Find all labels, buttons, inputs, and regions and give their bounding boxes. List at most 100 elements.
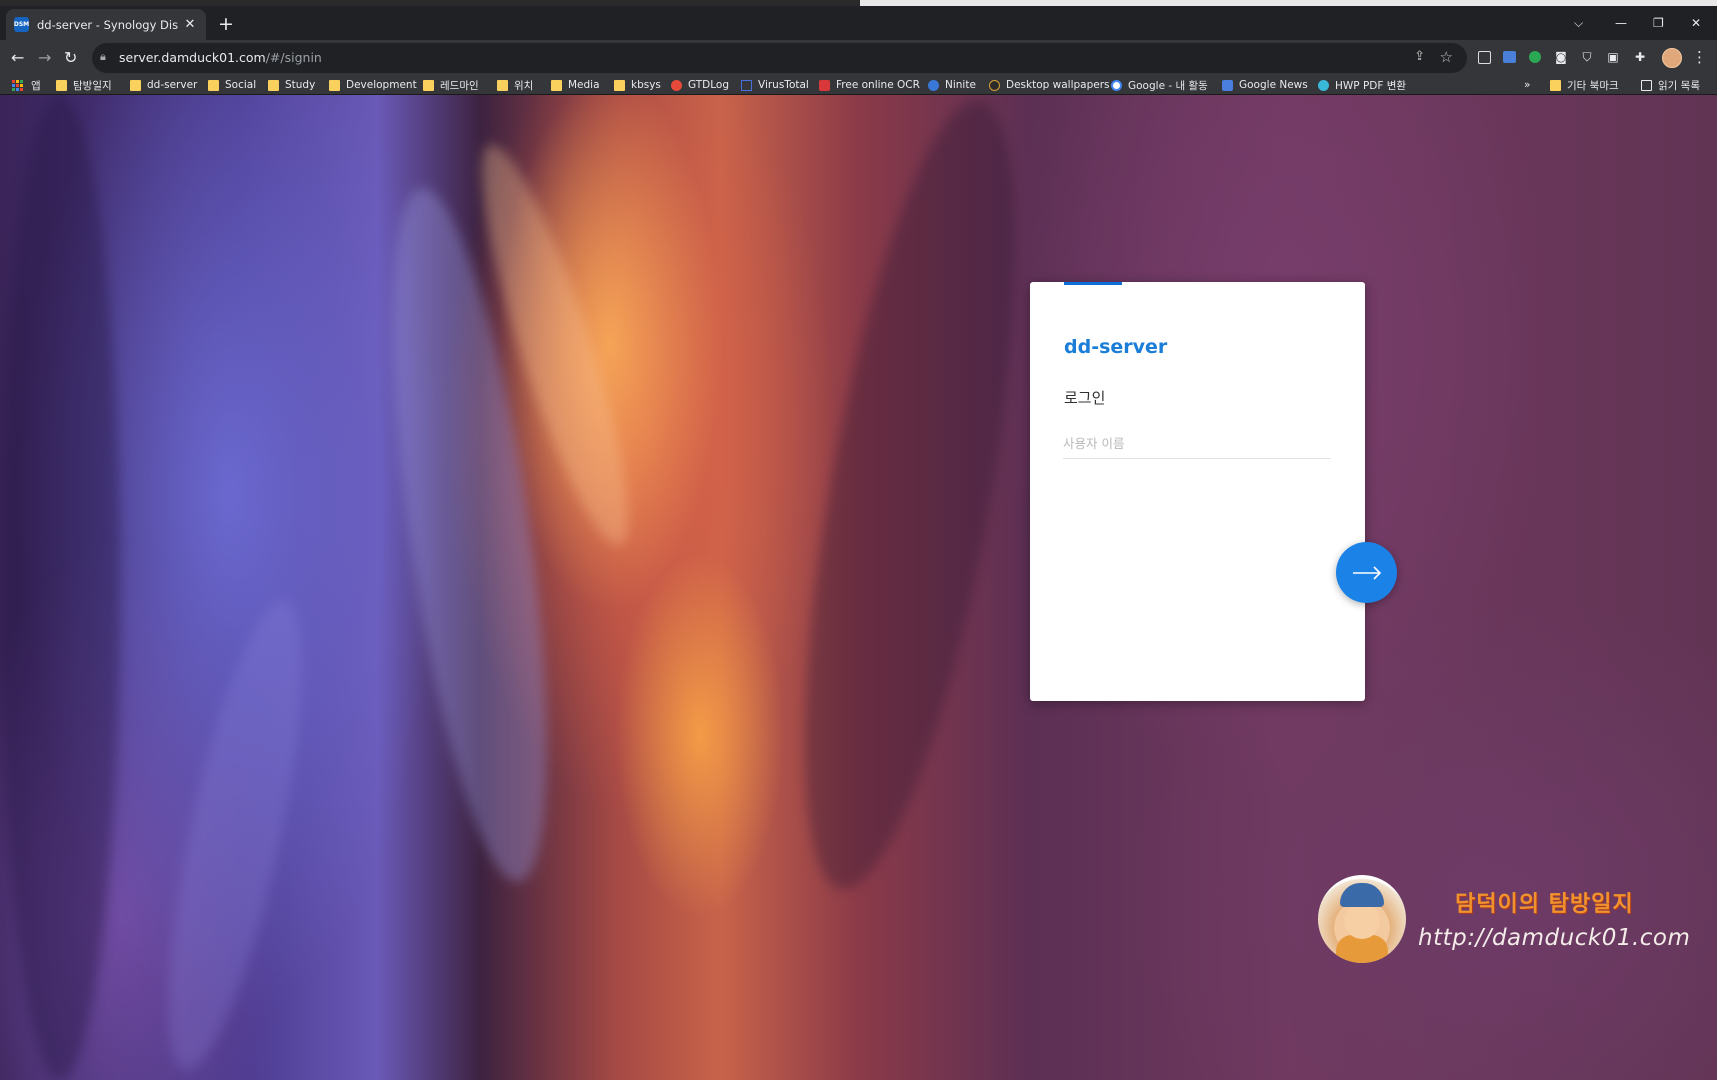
bookmark-label: Development: [346, 79, 417, 91]
bookmark-development[interactable]: Development: [329, 77, 417, 93]
folder-icon: [268, 79, 279, 91]
bookmark-label: 레드마인: [440, 79, 479, 92]
bookmark-label: dd-server: [147, 79, 198, 91]
watermark-avatar: [1318, 875, 1406, 963]
reading-list-icon: [1641, 79, 1652, 91]
bookmark-label: VirusTotal: [758, 79, 809, 91]
bookmark-ninite[interactable]: Ninite: [928, 77, 976, 93]
extensions-puzzle-icon[interactable]: ✚: [1631, 48, 1649, 66]
minimize-button[interactable]: —: [1615, 16, 1627, 30]
share-icon[interactable]: ⇪: [1414, 49, 1425, 64]
bookmark-location[interactable]: 위치: [497, 77, 533, 93]
folder-icon: [1550, 79, 1561, 91]
tab-active[interactable]: DSM dd-server - Synology DiskStatio ✕: [6, 9, 206, 40]
bookmark-apps[interactable]: 앱: [12, 77, 41, 93]
folder-icon: [551, 79, 562, 91]
url-text[interactable]: server.damduck01.com/#/signin: [119, 50, 322, 65]
address-bar[interactable]: 🔒︎ server.damduck01.com/#/signin ⇪ ☆: [92, 43, 1467, 73]
bookmark-google-news[interactable]: Google News: [1222, 77, 1308, 93]
folder-icon: [130, 79, 141, 91]
bookmark-star-icon[interactable]: ☆: [1440, 48, 1453, 66]
bookmark-hwp-pdf[interactable]: HWP PDF 변환: [1318, 77, 1406, 93]
bookmark-label: Google - 내 활동: [1128, 79, 1208, 92]
bookmark-label: Desktop wallpapers: [1006, 79, 1110, 91]
tab-search-icon[interactable]: ⌵: [1574, 16, 1583, 31]
canyon-shadow: [0, 95, 120, 1080]
bookmark-media[interactable]: Media: [551, 77, 600, 93]
restore-button[interactable]: ❐: [1653, 16, 1664, 30]
tab-close-icon[interactable]: ✕: [182, 17, 198, 32]
login-heading: 로그인: [1064, 389, 1106, 407]
new-tab-button[interactable]: +: [218, 14, 234, 34]
bookmark-label: Media: [568, 79, 600, 91]
virustotal-icon: [741, 79, 752, 91]
bookmark-tambang[interactable]: 탐방일지: [56, 77, 112, 93]
lock-icon: 🔒︎: [100, 50, 106, 63]
reading-list[interactable]: 읽기 목록: [1641, 77, 1700, 93]
folder-icon: [423, 79, 434, 91]
login-card: dd-server 로그인: [1030, 282, 1365, 701]
avatar-cap: [1340, 883, 1384, 907]
bookmark-label: HWP PDF 변환: [1335, 79, 1407, 92]
bookmark-label: kbsys: [631, 79, 661, 91]
ocr-icon: [819, 79, 830, 91]
avatar-face: [1344, 903, 1380, 939]
close-window-button[interactable]: ✕: [1691, 16, 1701, 30]
shield-icon[interactable]: ⛉: [1578, 48, 1596, 66]
bookmark-label: 위치: [514, 79, 534, 92]
bookmarks-bar: 앱 탐방일지 dd-server Social Study Developmen…: [0, 76, 1717, 95]
bookmark-label: Free online OCR: [836, 79, 920, 91]
bookmark-label: Social: [225, 79, 257, 91]
next-button[interactable]: [1336, 542, 1397, 603]
bookmark-label: Google News: [1239, 79, 1308, 91]
bookmark-label: 읽기 목록: [1658, 79, 1700, 92]
bookmark-wallpapers[interactable]: Desktop wallpapers: [989, 77, 1110, 93]
extension-n-icon[interactable]: [1475, 48, 1493, 66]
wallpapers-icon: [989, 79, 1000, 91]
bookmark-google-activity[interactable]: Google - 내 활동: [1111, 77, 1208, 93]
avatar-body: [1336, 935, 1388, 963]
bookmark-social[interactable]: Social: [208, 77, 256, 93]
bookmark-label: 기타 북마크: [1567, 79, 1619, 92]
watermark-name: 담덕이의 탐방일지: [1455, 891, 1634, 917]
bookmark-label: 앱: [31, 79, 41, 92]
bookmark-dd-server[interactable]: dd-server: [130, 77, 197, 93]
dsm-favicon-icon: DSM: [14, 17, 29, 32]
translate-icon[interactable]: [1500, 48, 1518, 66]
folder-icon: [614, 79, 625, 91]
apps-grid-icon: [12, 79, 23, 91]
bookmark-study[interactable]: Study: [268, 77, 315, 93]
other-bookmarks[interactable]: 기타 북마크: [1550, 77, 1619, 93]
profile-avatar[interactable]: [1662, 48, 1682, 68]
username-input[interactable]: [1063, 428, 1331, 459]
ninite-icon: [928, 79, 939, 91]
bookmark-virustotal[interactable]: VirusTotal: [741, 77, 809, 93]
extension-square-icon[interactable]: ▣: [1604, 48, 1622, 66]
evernote-icon[interactable]: [1526, 48, 1544, 66]
bookmark-redmine[interactable]: 레드마인: [423, 77, 479, 93]
forward-arrow-icon[interactable]: →: [38, 48, 51, 67]
folder-icon: [497, 79, 508, 91]
bookmark-label: 탐방일지: [73, 79, 112, 92]
browser-toolbar: ← → ↻ 🔒︎ server.damduck01.com/#/signin ⇪…: [0, 40, 1717, 76]
bookmark-ocr[interactable]: Free online OCR: [819, 77, 920, 93]
back-arrow-icon[interactable]: ←: [11, 48, 24, 67]
google-news-icon: [1222, 79, 1233, 91]
bookmarks-overflow-button[interactable]: »: [1524, 77, 1530, 93]
bookmark-kbsys[interactable]: kbsys: [614, 77, 661, 93]
bookmark-label: GTDLog: [688, 79, 730, 91]
hwp-icon: [1318, 79, 1329, 91]
bookmark-label: Study: [285, 79, 316, 91]
google-icon: [1111, 79, 1122, 91]
tab-bar: DSM dd-server - Synology DiskStatio ✕ + …: [0, 6, 1717, 40]
url-host: server.damduck01.com: [119, 50, 266, 65]
camera-icon[interactable]: ◙: [1552, 48, 1570, 66]
server-name: dd-server: [1064, 336, 1168, 358]
bookmark-label: Ninite: [945, 79, 976, 91]
reload-icon[interactable]: ↻: [64, 48, 77, 67]
gtdlog-icon: [671, 79, 682, 91]
url-path: /#/signin: [265, 50, 322, 65]
folder-icon: [56, 79, 67, 91]
bookmark-gtdlog[interactable]: GTDLog: [671, 77, 729, 93]
menu-kebab-icon[interactable]: ⋮: [1692, 48, 1707, 66]
